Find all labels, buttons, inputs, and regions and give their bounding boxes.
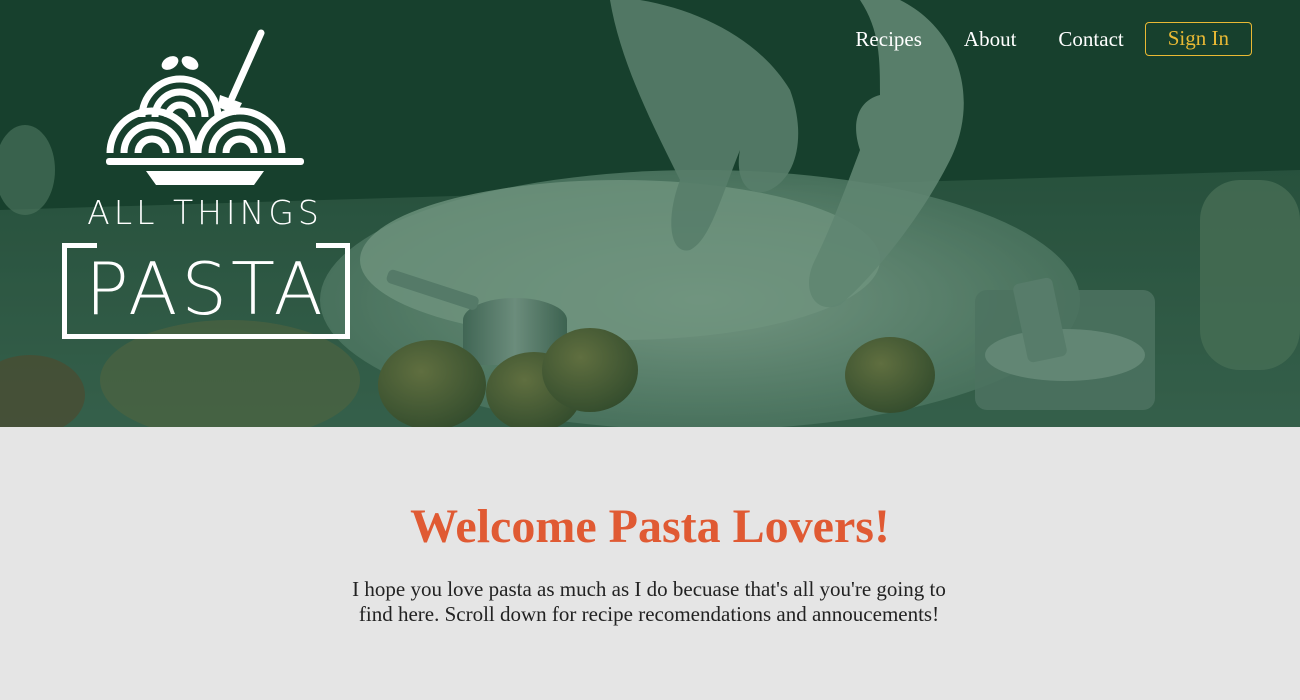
nav-link-about[interactable]: About bbox=[964, 22, 1017, 56]
welcome-section: Welcome Pasta Lovers! I hope you love pa… bbox=[0, 427, 1300, 700]
sign-in-button[interactable]: Sign In bbox=[1144, 22, 1252, 56]
nav-link-contact[interactable]: Contact bbox=[1058, 22, 1123, 56]
logo-tagline: ALL THINGS bbox=[87, 193, 323, 232]
hero-banner: ALL THINGS PASTA Recipes About Contact S… bbox=[0, 0, 1300, 427]
welcome-heading: Welcome Pasta Lovers! bbox=[410, 500, 890, 553]
logo-wordmark: PASTA bbox=[85, 247, 327, 331]
main-nav: Recipes About Contact Sign In bbox=[855, 22, 1252, 56]
welcome-intro-text: I hope you love pasta as much as I do be… bbox=[352, 577, 946, 626]
spaghetti-plate-icon bbox=[106, 29, 304, 185]
nav-link-recipes[interactable]: Recipes bbox=[855, 22, 921, 56]
site-logo[interactable]: ALL THINGS PASTA bbox=[58, 25, 358, 345]
logo-frame: PASTA bbox=[62, 243, 350, 339]
